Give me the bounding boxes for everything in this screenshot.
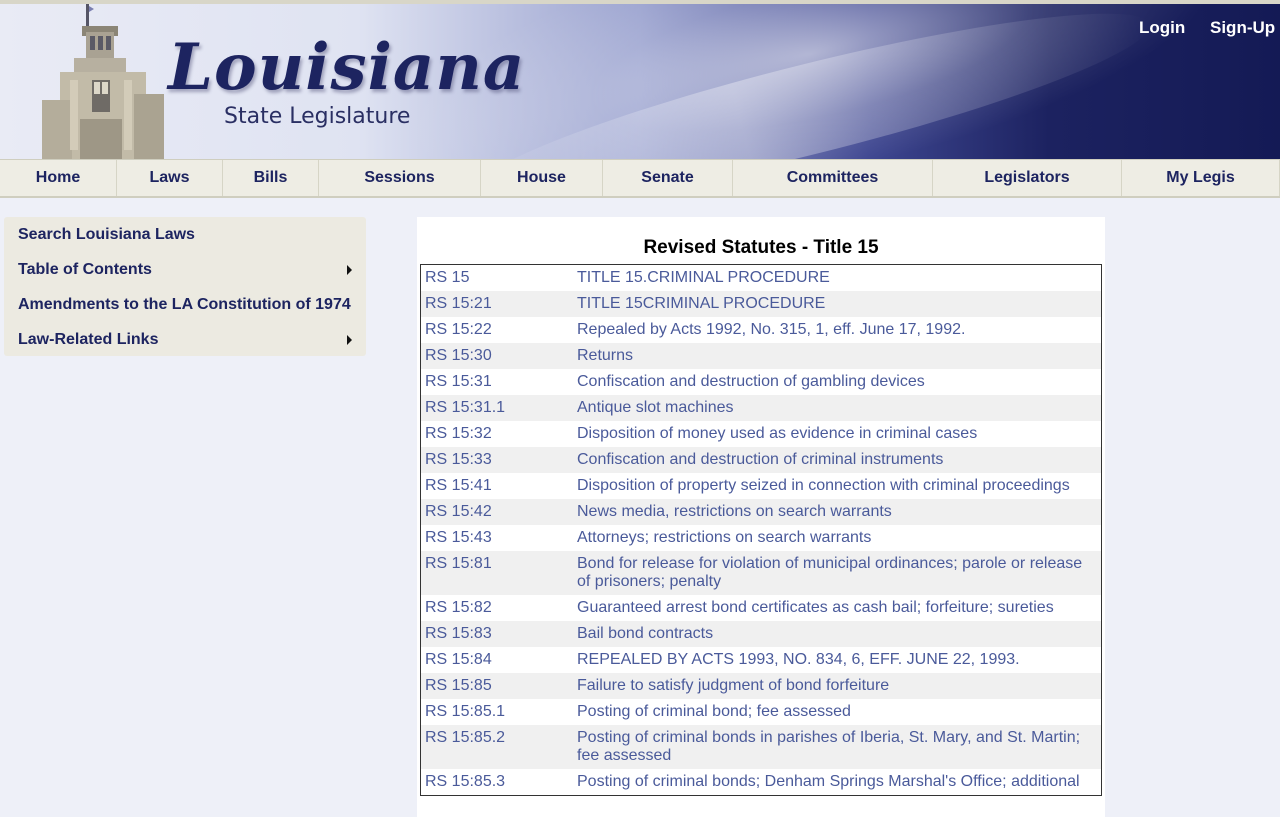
nav-senate[interactable]: Senate — [603, 160, 733, 196]
table-row: RS 15:85 Failure to satisfy judgment of b… — [421, 673, 1101, 699]
logo-subtitle: State Legislature — [224, 104, 411, 129]
statute-number-link[interactable]: RS 15:43 — [421, 529, 577, 547]
statute-number-link[interactable]: RS 15:21 — [421, 295, 577, 313]
nav-legislators[interactable]: Legislators — [933, 160, 1122, 196]
table-row: RS 15:31.1 Antique slot machines — [421, 395, 1101, 421]
statute-number-link[interactable]: RS 15 — [421, 269, 577, 287]
statute-title-link[interactable]: News media, restrictions on search warra… — [577, 503, 1097, 521]
statute-number-link[interactable]: RS 15:31.1 — [421, 399, 577, 417]
statute-title-link[interactable]: Confiscation and destruction of gambling… — [577, 373, 1097, 391]
nav-bills[interactable]: Bills — [223, 160, 319, 196]
table-row: RS 15:85.3 Posting of criminal bonds; Den… — [421, 769, 1101, 795]
statute-title-link[interactable]: Disposition of money used as evidence in… — [577, 425, 1097, 443]
nav-house[interactable]: House — [481, 160, 603, 196]
sidebar-item-label: Table of Contents — [18, 261, 152, 278]
statute-title-link[interactable]: Posting of criminal bonds in parishes of… — [577, 729, 1097, 765]
statute-title-link[interactable]: Antique slot machines — [577, 399, 1097, 417]
statute-number-link[interactable]: RS 15:85 — [421, 677, 577, 695]
page-title: Revised Statutes - Title 15 — [643, 237, 879, 258]
main-nav: Home Laws Bills Sessions House Senate Co… — [0, 159, 1280, 198]
nav-home[interactable]: Home — [0, 160, 117, 196]
table-row: RS 15:33 Confiscation and destruction of … — [421, 447, 1101, 473]
statute-title-link[interactable]: Bail bond contracts — [577, 625, 1097, 643]
table-row: RS 15:30 Returns — [421, 343, 1101, 369]
sidebar-item-law-related-links[interactable]: Law-Related Links — [18, 322, 358, 357]
statute-number-link[interactable]: RS 15:31 — [421, 373, 577, 391]
table-row: RS 15:21 TITLE 15CRIMINAL PROCEDURE — [421, 291, 1101, 317]
table-row: RS 15:42 News media, restrictions on sear… — [421, 499, 1101, 525]
statutes-table: RS 15 TITLE 15.CRIMINAL PROCEDURE RS 15:21… — [420, 264, 1102, 796]
sidebar-item-label: Law-Related Links — [18, 331, 159, 348]
sidebar-item-table-of-contents[interactable]: Table of Contents — [18, 252, 358, 287]
table-row: RS 15 TITLE 15.CRIMINAL PROCEDURE — [421, 265, 1101, 291]
nav-laws[interactable]: Laws — [117, 160, 223, 196]
nav-my-legis[interactable]: My Legis — [1122, 160, 1280, 196]
statute-number-link[interactable]: RS 15:22 — [421, 321, 577, 339]
statute-number-link[interactable]: RS 15:85.1 — [421, 703, 577, 721]
statute-number-link[interactable]: RS 15:30 — [421, 347, 577, 365]
statute-title-link[interactable]: Posting of criminal bond; fee assessed — [577, 703, 1097, 721]
statute-number-link[interactable]: RS 15:33 — [421, 451, 577, 469]
statute-title-link[interactable]: Confiscation and destruction of criminal… — [577, 451, 1097, 469]
table-row: RS 15:85.1 Posting of criminal bond; fee … — [421, 699, 1101, 725]
table-row: RS 15:31 Confiscation and destruction of … — [421, 369, 1101, 395]
signup-link[interactable]: Sign-Up — [1210, 18, 1275, 38]
table-row: RS 15:83 Bail bond contracts — [421, 621, 1101, 647]
statute-title-link[interactable]: Disposition of property seized in connec… — [577, 477, 1097, 495]
statute-number-link[interactable]: RS 15:85.3 — [421, 773, 577, 791]
table-row: RS 15:82 Guaranteed arrest bond certifica… — [421, 595, 1101, 621]
statute-title-link[interactable]: Returns — [577, 347, 1097, 365]
main-content: Revised Statutes - Title 15 RS 15 TITLE 1… — [417, 217, 1105, 817]
logo-title: Louisiana — [168, 30, 526, 105]
statute-title-link[interactable]: TITLE 15.CRIMINAL PROCEDURE — [577, 269, 1097, 287]
nav-sessions[interactable]: Sessions — [319, 160, 481, 196]
site-header: Louisiana State Legislature Login Sign-U… — [0, 4, 1280, 159]
sidebar-menu: Search Louisiana Laws Table of Contents … — [4, 217, 366, 356]
capitol-building-image — [42, 4, 164, 159]
statute-title-link[interactable]: Attorneys; restrictions on search warran… — [577, 529, 1097, 547]
table-row: RS 15:81 Bond for release for violation o… — [421, 551, 1101, 595]
caret-right-icon — [347, 265, 352, 275]
statute-number-link[interactable]: RS 15:85.2 — [421, 729, 577, 765]
sidebar-item-amendments[interactable]: Amendments to the LA Constitution of 197… — [18, 287, 358, 322]
table-row: RS 15:32 Disposition of money used as evi… — [421, 421, 1101, 447]
table-row: RS 15:84 REPEALED BY ACTS 1993, NO. 834, … — [421, 647, 1101, 673]
statute-title-link[interactable]: Repealed by Acts 1992, No. 315, 1, eff. … — [577, 321, 1097, 339]
statute-number-link[interactable]: RS 15:84 — [421, 651, 577, 669]
statute-title-link[interactable]: Bond for release for violation of munici… — [577, 555, 1097, 591]
table-row: RS 15:43 Attorneys; restrictions on searc… — [421, 525, 1101, 551]
statute-number-link[interactable]: RS 15:83 — [421, 625, 577, 643]
statute-title-link[interactable]: Posting of criminal bonds; Denham Spring… — [577, 773, 1097, 791]
nav-committees[interactable]: Committees — [733, 160, 933, 196]
login-link[interactable]: Login — [1139, 18, 1185, 38]
table-row: RS 15:41 Disposition of property seized i… — [421, 473, 1101, 499]
statute-number-link[interactable]: RS 15:81 — [421, 555, 577, 591]
table-row: RS 15:22 Repealed by Acts 1992, No. 315, … — [421, 317, 1101, 343]
sidebar-item-label: Amendments to the LA Constitution of 197… — [18, 296, 351, 313]
statute-number-link[interactable]: RS 15:42 — [421, 503, 577, 521]
statute-number-link[interactable]: RS 15:82 — [421, 599, 577, 617]
statute-number-link[interactable]: RS 15:41 — [421, 477, 577, 495]
statute-number-link[interactable]: RS 15:32 — [421, 425, 577, 443]
statute-title-link[interactable]: Guaranteed arrest bond certificates as c… — [577, 599, 1097, 617]
sidebar-item-label: Search Louisiana Laws — [18, 226, 195, 243]
statute-title-link[interactable]: TITLE 15CRIMINAL PROCEDURE — [577, 295, 1097, 313]
sidebar-item-search-laws[interactable]: Search Louisiana Laws — [18, 217, 358, 252]
table-row: RS 15:85.2 Posting of criminal bonds in p… — [421, 725, 1101, 769]
statute-title-link[interactable]: REPEALED BY ACTS 1993, NO. 834, 6, EFF. … — [577, 651, 1097, 669]
statute-title-link[interactable]: Failure to satisfy judgment of bond forf… — [577, 677, 1097, 695]
caret-right-icon — [347, 335, 352, 345]
